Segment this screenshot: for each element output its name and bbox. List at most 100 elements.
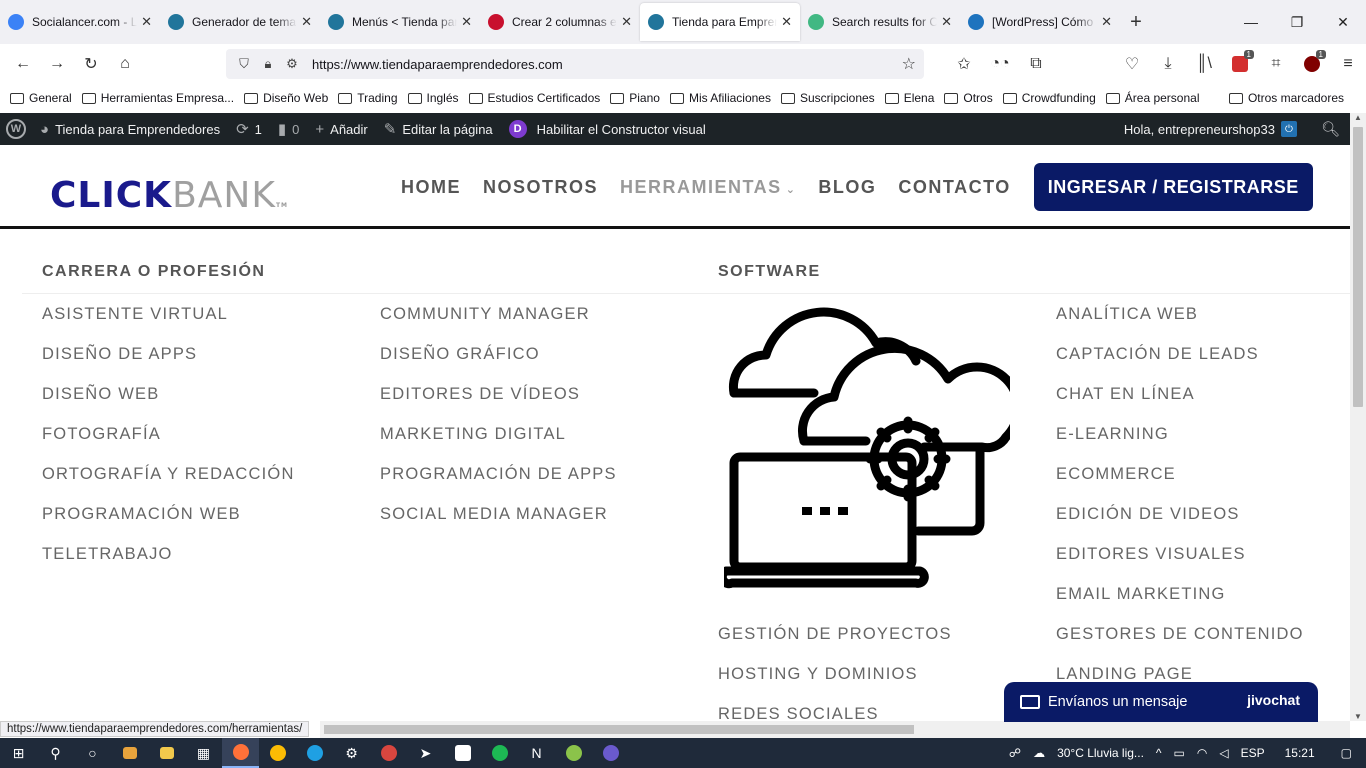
mega-menu-link[interactable]: COMMUNITY MANAGER — [380, 304, 617, 344]
notion-icon[interactable]: N — [518, 738, 555, 768]
permissions-icon[interactable]: ⚙ — [280, 56, 304, 72]
bookmark-folder[interactable]: General — [10, 91, 72, 105]
wp-updates[interactable]: ⟳ 1 — [228, 113, 270, 145]
people-icon[interactable]: ☍ — [1009, 746, 1021, 760]
mega-menu-link[interactable]: CAPTACIÓN DE LEADS — [1056, 344, 1304, 384]
mega-menu-link[interactable]: EDICIÓN DE VIDEOS — [1056, 504, 1304, 544]
close-tab-icon[interactable]: ✕ — [1101, 14, 1112, 30]
cortana-icon[interactable]: ○ — [74, 738, 111, 768]
ublock-icon[interactable] — [1294, 48, 1330, 80]
bookmark-folder[interactable]: Piano — [610, 91, 660, 105]
bookmark-folder[interactable]: Trading — [338, 91, 398, 105]
browser-tab[interactable]: Socialancer.com - La ✕ — [0, 4, 160, 40]
edge-icon[interactable] — [296, 738, 333, 768]
wp-edit-page[interactable]: ✎ Editar la página — [376, 113, 501, 145]
close-tab-icon[interactable]: ✕ — [781, 14, 792, 30]
power-icon[interactable]: ⏻ — [1280, 121, 1297, 137]
browser-tab[interactable]: Generador de temas ✕ — [160, 4, 320, 40]
mega-menu-link[interactable]: DISEÑO DE APPS — [42, 344, 295, 384]
mega-menu-link[interactable]: HOSTING Y DOMINIOS — [718, 664, 952, 704]
bookmark-folder[interactable]: Inglés — [407, 91, 459, 105]
search-icon[interactable]: 🔍︎ — [1321, 120, 1340, 138]
bookmark-folder[interactable]: Suscripciones — [780, 91, 875, 105]
pdf-icon[interactable] — [444, 738, 481, 768]
close-tab-icon[interactable]: ✕ — [621, 14, 632, 30]
close-tab-icon[interactable]: ✕ — [461, 14, 472, 30]
back-icon[interactable]: ← — [6, 48, 40, 80]
close-tab-icon[interactable]: ✕ — [141, 14, 152, 30]
mega-menu-link[interactable]: ANALÍTICA WEB — [1056, 304, 1304, 344]
lock-icon[interactable]: 🔒︎ — [256, 56, 280, 72]
browser-tab[interactable]: Crear 2 columnas en ✕ — [480, 4, 640, 40]
app-red-icon[interactable] — [370, 738, 407, 768]
volume-icon[interactable]: ◁ — [1219, 746, 1228, 760]
crop-icon[interactable]: ⌗ — [1258, 48, 1294, 80]
language-label[interactable]: ESP — [1241, 746, 1265, 760]
login-register-button[interactable]: INGRESAR / REGISTRARSE — [1033, 163, 1313, 211]
mega-menu-link[interactable]: SOCIAL MEDIA MANAGER — [380, 504, 617, 544]
mega-menu-link[interactable]: E-LEARNING — [1056, 424, 1304, 464]
mega-menu-link[interactable]: ORTOGRAFÍA Y REDACCIÓN — [42, 464, 295, 504]
bookmark-folder[interactable]: Otros — [944, 91, 993, 105]
bookmark-star-icon[interactable]: ☆ — [902, 54, 916, 74]
bookmark-folder[interactable]: Crowdfunding — [1002, 91, 1096, 105]
wordpress-logo-icon[interactable]: W — [6, 119, 26, 139]
restore-icon[interactable]: ❐ — [1274, 0, 1320, 44]
app-purple-icon[interactable] — [592, 738, 629, 768]
explorer-icon[interactable] — [148, 738, 185, 768]
chat-widget[interactable]: Envíanos un mensaje jivochat — [1004, 682, 1318, 722]
library-icon[interactable]: ║\ — [1186, 48, 1222, 80]
new-tab-button[interactable]: + — [1120, 11, 1152, 34]
bookmark-folder[interactable]: Diseño Web — [244, 91, 328, 105]
menu-herramientas[interactable]: HERRAMIENTAS ⌄ — [620, 177, 796, 198]
mega-menu-link[interactable]: ECOMMERCE — [1056, 464, 1304, 504]
scrollbar-thumb[interactable] — [1353, 127, 1363, 407]
menu-home[interactable]: HOME — [401, 177, 461, 198]
clock-label[interactable]: 15:21 — [1285, 746, 1315, 760]
mega-menu-link[interactable]: EMAIL MARKETING — [1056, 584, 1304, 624]
menu-nosotros[interactable]: NOSOTROS — [483, 177, 598, 198]
mega-menu-link[interactable]: GESTORES DE CONTENIDO — [1056, 624, 1304, 664]
vertical-scrollbar[interactable]: ▲ ▼ — [1350, 113, 1366, 721]
bookmark-folder[interactable]: Elena — [884, 91, 934, 105]
chrome-icon[interactable] — [259, 738, 296, 768]
hscroll-thumb[interactable] — [324, 725, 914, 734]
scroll-down-icon[interactable]: ▼ — [1350, 712, 1366, 721]
spotify-icon[interactable] — [481, 738, 518, 768]
clickbank-logo[interactable]: CLICKBANKTM — [50, 175, 288, 216]
store-icon[interactable] — [111, 738, 148, 768]
minimize-icon[interactable]: — — [1228, 0, 1274, 44]
windows-start-icon[interactable]: ⊞ — [0, 738, 37, 768]
mega-menu-link[interactable]: FOTOGRAFÍA — [42, 424, 295, 464]
wp-comments[interactable]: ▮ 0 — [270, 113, 308, 145]
browser-tab[interactable]: [WordPress] Cómo ✕ — [960, 4, 1120, 40]
mega-menu-link[interactable]: DISEÑO WEB — [42, 384, 295, 424]
menu-contacto[interactable]: CONTACTO — [898, 177, 1010, 198]
bookmark-folder[interactable]: Estudios Certificados — [468, 91, 600, 105]
app-green-icon[interactable] — [555, 738, 592, 768]
reader-star-icon[interactable]: ✩ — [946, 48, 982, 80]
wp-site-name[interactable]: ◕ Tienda para Emprendedores — [32, 113, 228, 145]
reload-icon[interactable]: ↻ — [74, 48, 108, 80]
wifi-icon[interactable]: ◠ — [1197, 746, 1207, 760]
settings-icon[interactable]: ⚙ — [333, 738, 370, 768]
telegram-icon[interactable]: ➤ — [407, 738, 444, 768]
mega-menu-link[interactable]: ASISTENTE VIRTUAL — [42, 304, 295, 344]
extension-icon[interactable]: ⧉ — [1018, 48, 1054, 80]
pocket-icon[interactable]: ♡ — [1114, 48, 1150, 80]
battery-icon[interactable]: ▭ — [1174, 746, 1185, 760]
mega-menu-link[interactable]: TELETRABAJO — [42, 544, 295, 584]
notifications-icon[interactable]: ▢ — [1341, 746, 1352, 760]
greeting-label[interactable]: Hola, entrepreneurshop33 — [1124, 122, 1275, 137]
calculator-icon[interactable]: ▦ — [185, 738, 222, 768]
browser-tab[interactable]: Search results for Cl ✕ — [800, 4, 960, 40]
extension-red-icon[interactable] — [1222, 48, 1258, 80]
menu-icon[interactable]: ≡ — [1330, 48, 1366, 80]
mega-menu-link[interactable]: EDITORES VISUALES — [1056, 544, 1304, 584]
close-tab-icon[interactable]: ✕ — [941, 14, 952, 30]
mega-menu-link[interactable]: MARKETING DIGITAL — [380, 424, 617, 464]
tray-chevron-icon[interactable]: ^ — [1156, 746, 1162, 760]
downloads-icon[interactable]: ⤓ — [1150, 48, 1186, 80]
browser-tab[interactable]: Tienda para Empren ✕ — [640, 3, 800, 41]
close-tab-icon[interactable]: ✕ — [301, 14, 312, 30]
